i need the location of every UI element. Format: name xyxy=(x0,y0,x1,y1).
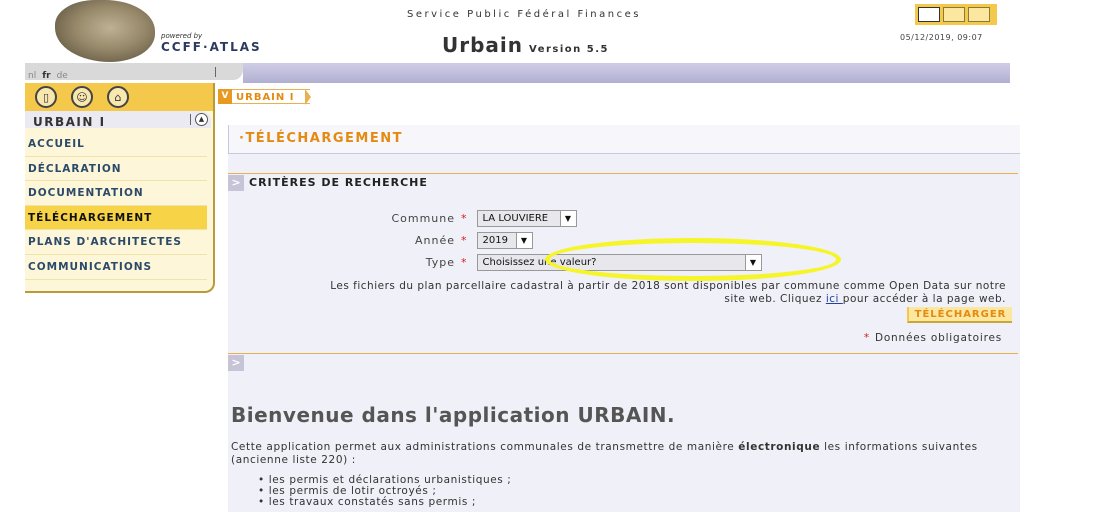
required-note: * Données obligatoires xyxy=(828,332,1002,344)
required-note-text: Données obligatoires xyxy=(874,332,1002,344)
welcome-text: Cette application permet aux administrat… xyxy=(231,441,1011,467)
app-title: Urbain Version 5.5 xyxy=(442,33,609,57)
annee-value: 2019 xyxy=(482,235,508,246)
info-line-2: site web. Cliquez ici pour accéder à la … xyxy=(234,293,1006,306)
info-line-2-end: pour accéder à la page web. xyxy=(842,293,1006,305)
home-icon[interactable]: ⌂ xyxy=(107,86,129,108)
welcome-title: Bienvenue dans l'application URBAIN. xyxy=(231,403,676,427)
sidebar-item-telechargement[interactable]: TÉLÉCHARGEMENT xyxy=(25,205,207,231)
info-line-2-start: site web. Cliquez xyxy=(724,293,826,305)
sidebar: ▯ ☺ ⌂ URBAIN I ▲ ACCUEIL DÉCLARATION DOC… xyxy=(25,83,215,293)
chevron-down-icon: ▼ xyxy=(515,233,532,248)
door-icon[interactable]: ▯ xyxy=(35,86,57,108)
chevron-down-icon: ▼ xyxy=(559,211,576,226)
collapse-icon[interactable]: ▲ xyxy=(195,113,208,126)
type-value: Choisissez une valeur? xyxy=(482,257,597,268)
chevron-right-icon[interactable]: > xyxy=(228,354,244,371)
sidebar-section-header: URBAIN I ▲ xyxy=(25,111,211,129)
commune-label: Commune xyxy=(391,212,455,225)
section-divider xyxy=(190,114,191,125)
required-mark: * xyxy=(461,256,467,269)
chevron-down-icon[interactable]: V xyxy=(218,88,232,104)
lang-divider xyxy=(215,67,216,77)
welcome-list: les permis et déclarations urbanistiques… xyxy=(258,475,511,508)
welcome-text-start: Cette application permet aux administrat… xyxy=(231,441,739,453)
app-name: Urbain xyxy=(442,33,524,57)
second-section-header: > xyxy=(228,353,1018,371)
sidebar-item-communications[interactable]: COMMUNICATIONS xyxy=(25,255,207,280)
turtle-logo-image xyxy=(55,0,155,62)
open-data-link[interactable]: ici xyxy=(826,293,843,305)
header-datetime: 05/12/2019, 09:07 xyxy=(900,33,983,42)
annee-select[interactable]: 2019 ▼ xyxy=(476,232,533,249)
sidebar-menu: ACCUEIL DÉCLARATION DOCUMENTATION TÉLÉCH… xyxy=(25,132,213,280)
breadcrumb-item[interactable]: URBAIN I xyxy=(232,88,312,105)
lang-fr[interactable]: fr xyxy=(39,68,53,81)
layout-switcher xyxy=(915,4,997,25)
open-data-info: Les fichiers du plan parcellaire cadastr… xyxy=(234,280,1006,306)
language-bar: nl fr de xyxy=(25,63,243,81)
required-mark: * xyxy=(461,234,467,247)
type-row: Type * Choisissez une valeur? ▼ xyxy=(365,254,762,271)
sidebar-item-declaration[interactable]: DÉCLARATION xyxy=(25,157,207,182)
chevron-right-icon[interactable]: > xyxy=(228,174,244,191)
header-stripe xyxy=(243,63,1010,83)
lang-de[interactable]: de xyxy=(54,68,71,81)
main-panel: ·TÉLÉCHARGEMENT > CRITÈRES DE RECHERCHE … xyxy=(228,125,1020,512)
brand-name: CCFF·ATLAS xyxy=(161,40,262,54)
page-title: ·TÉLÉCHARGEMENT xyxy=(228,125,1020,154)
download-button[interactable]: TÉLÉCHARGER xyxy=(907,307,1012,323)
org-name: Service Public Fédéral Finances xyxy=(407,9,641,20)
criteria-heading: CRITÈRES DE RECHERCHE xyxy=(249,176,428,189)
layout-wide-icon[interactable] xyxy=(968,7,990,22)
required-mark: * xyxy=(461,212,467,225)
app-version: Version 5.5 xyxy=(529,44,609,55)
sidebar-item-documentation[interactable]: DOCUMENTATION xyxy=(25,181,207,206)
commune-value: LA LOUVIERE xyxy=(482,213,549,224)
list-item: les travaux constatés sans permis ; xyxy=(258,497,511,508)
commune-select[interactable]: LA LOUVIERE ▼ xyxy=(476,210,577,227)
commune-row: Commune * LA LOUVIERE ▼ xyxy=(365,210,577,227)
type-select[interactable]: Choisissez une valeur? ▼ xyxy=(476,254,762,271)
annee-label: Année xyxy=(414,234,455,247)
type-label: Type xyxy=(425,256,455,269)
sidebar-icons: ▯ ☺ ⌂ xyxy=(25,83,213,111)
user-icon[interactable]: ☺ xyxy=(71,86,93,108)
annee-row: Année * 2019 ▼ xyxy=(365,232,533,249)
chevron-down-icon: ▼ xyxy=(744,255,761,270)
logo: powered by CCFF·ATLAS xyxy=(25,0,260,63)
sidebar-item-accueil[interactable]: ACCUEIL xyxy=(25,132,207,157)
lang-nl[interactable]: nl xyxy=(25,68,39,81)
sidebar-item-plans[interactable]: PLANS D'ARCHITECTES xyxy=(25,230,207,255)
sidebar-section-title: URBAIN I xyxy=(33,115,106,129)
required-mark: * xyxy=(863,332,870,344)
welcome-text-bold: électronique xyxy=(738,441,821,453)
criteria-section-header: > CRITÈRES DE RECHERCHE xyxy=(228,173,1018,191)
info-line-1: Les fichiers du plan parcellaire cadastr… xyxy=(330,280,1006,292)
breadcrumb: V URBAIN I xyxy=(218,88,312,105)
layout-full-icon[interactable] xyxy=(918,7,940,22)
layout-split-icon[interactable] xyxy=(943,7,965,22)
powered-by-text: powered by xyxy=(161,32,203,40)
